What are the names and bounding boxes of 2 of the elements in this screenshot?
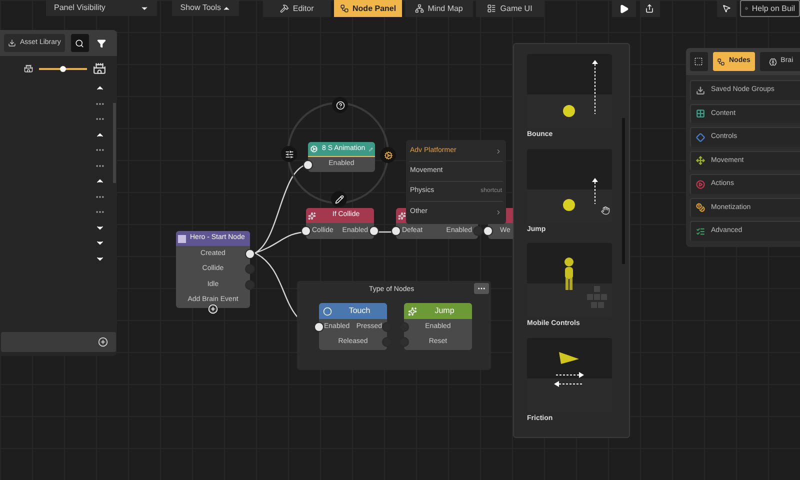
node-title: Jump <box>434 305 456 317</box>
node-title: Touch <box>348 305 372 317</box>
